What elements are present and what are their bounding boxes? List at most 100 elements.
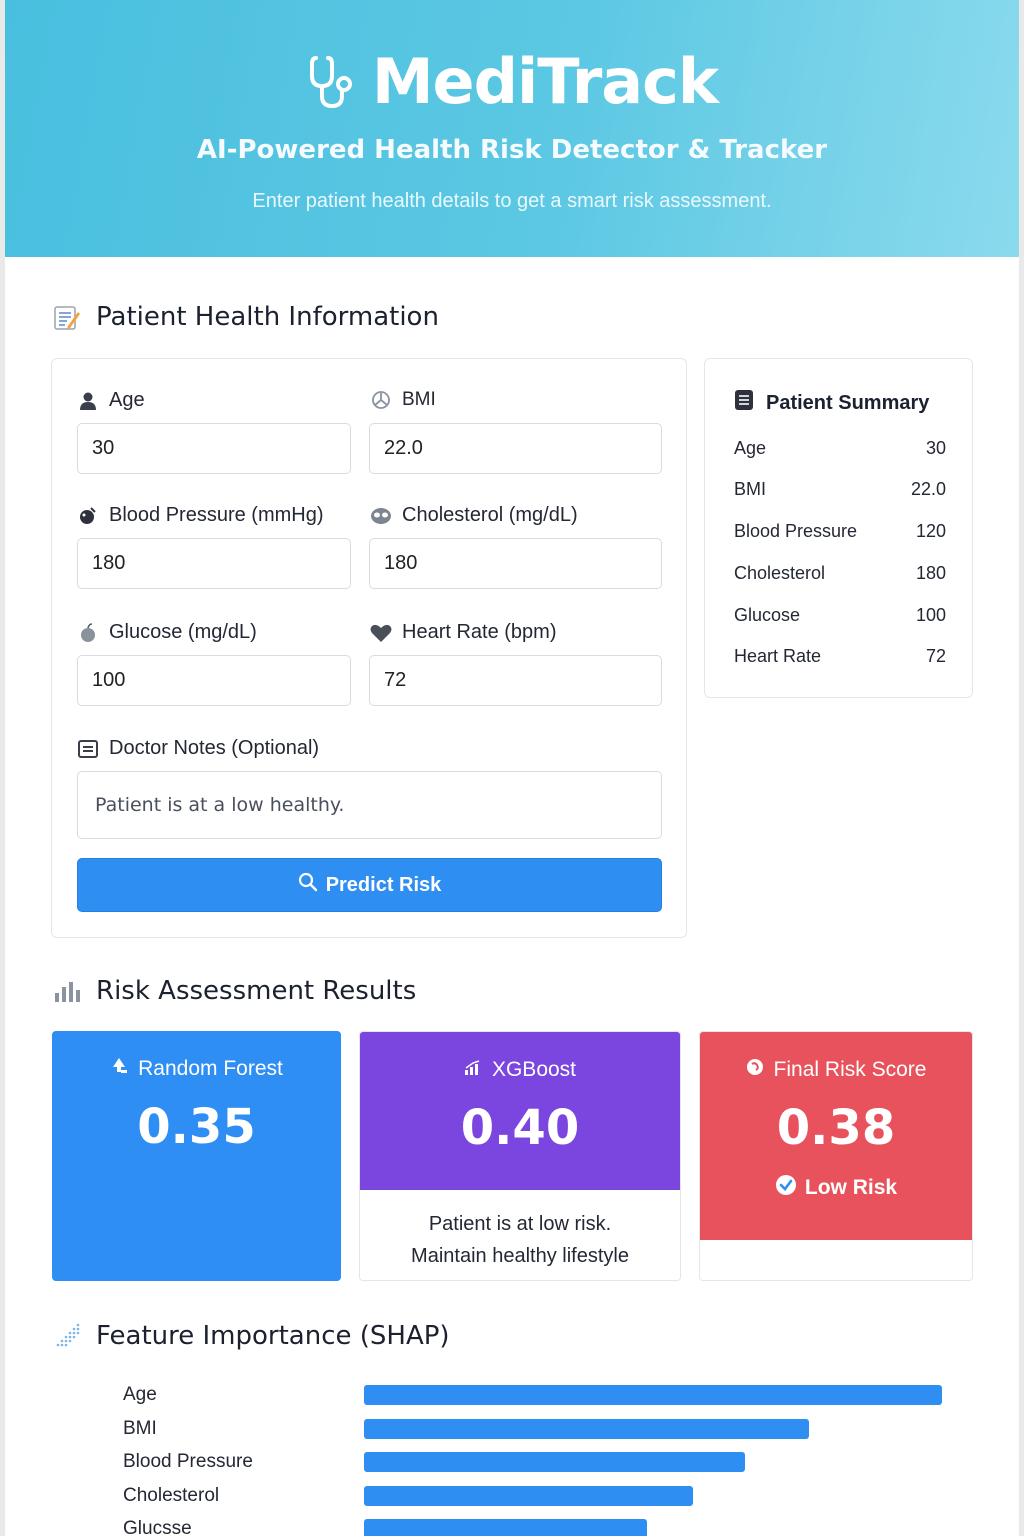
summary-row-label: Age <box>734 438 767 458</box>
xgboost-note: Patient is at low risk. Maintain healthy… <box>360 1208 680 1272</box>
shap-bar <box>364 1418 809 1439</box>
check-circle-icon <box>775 1174 797 1202</box>
summary-row-value: 22.0 <box>910 479 946 499</box>
shap-tick-label: BMI <box>123 1417 157 1439</box>
final-risk-label: Final Risk Score <box>700 1058 972 1082</box>
boost-chart-icon <box>464 1058 482 1082</box>
summary-row: BMI 22.0 <box>734 479 946 500</box>
summary-row-value: 180 <box>915 563 946 583</box>
random-forest-score: 0.35 <box>137 1099 256 1155</box>
risk-level-text: Low Risk <box>804 1176 898 1199</box>
bmi-input[interactable]: 22.0 <box>369 423 662 474</box>
xgboost-note-line: Patient is at low risk. <box>428 1213 612 1235</box>
app-subtitle: AI-Powered Health Risk Detector & Tracke… <box>196 135 828 165</box>
heart-rate-input[interactable]: 72 <box>369 655 662 706</box>
summary-row-label: BMI <box>734 479 767 499</box>
xgboost-label-text: XGBoost <box>491 1058 577 1081</box>
bmi-label: BMI <box>370 389 436 411</box>
doctor-notes-label: Doctor Notes (Optional) <box>77 737 319 760</box>
predict-risk-label: Predict Risk <box>325 873 442 896</box>
summary-row: Glucose 100 <box>734 605 946 626</box>
random-forest-label: Random Forest <box>52 1057 341 1081</box>
blood-pressure-label-text: Blood Pressure (mmHg) <box>109 504 324 526</box>
blood-drop-icon <box>77 505 99 527</box>
section-title-text: Patient Health Information <box>96 302 439 332</box>
summary-row-value: 100 <box>915 605 946 625</box>
section-title-text: Risk Assessment Results <box>96 976 417 1006</box>
notes-icon <box>77 738 99 760</box>
heart-rate-label-text: Heart Rate (bpm) <box>402 621 557 643</box>
shap-bar <box>364 1385 942 1405</box>
app-title: MediTrack <box>371 45 719 118</box>
cholesterol-icon <box>370 505 392 527</box>
summary-row: Blood Pressure 120 <box>734 521 946 542</box>
tree-icon <box>110 1057 128 1081</box>
app-tagline: Enter patient health details to get a sm… <box>252 190 772 212</box>
shap-bar <box>364 1519 647 1536</box>
xgboost-card: XGBoost 0.40 Patient is at low risk. Mai… <box>359 1031 681 1281</box>
doctor-notes-textarea[interactable]: Patient is at a low healthy. <box>77 771 662 839</box>
bar-chart-icon <box>52 976 82 1006</box>
section-title-text: Feature Importance (SHAP) <box>96 1321 450 1351</box>
target-icon <box>746 1058 764 1082</box>
random-forest-label-text: Random Forest <box>138 1057 283 1080</box>
doctor-notes-label-text: Doctor Notes (Optional) <box>109 737 320 759</box>
predict-risk-button[interactable]: Predict Risk <box>77 858 662 912</box>
summary-row-label: Cholesterol <box>734 563 826 583</box>
apple-icon <box>77 622 99 644</box>
age-label-text: Age <box>109 389 145 411</box>
blood-pressure-input[interactable]: 180 <box>77 538 351 589</box>
heart-icon <box>370 622 392 644</box>
section-title-patient-info: Patient Health Information <box>52 302 439 332</box>
patient-form-card: Age 30 BMI 22.0 Blood Pressure (mmHg) 18… <box>51 358 687 938</box>
blood-pressure-label: Blood Pressure (mmHg) <box>77 504 324 527</box>
clipboard-icon <box>734 389 754 417</box>
summary-row: Cholesterol 180 <box>734 563 946 584</box>
user-icon <box>77 390 99 412</box>
random-forest-card: Random Forest 0.35 <box>52 1031 341 1281</box>
xgboost-note-line: Maintain healthy lifestyle <box>411 1245 629 1267</box>
summary-row-label: Glucose <box>734 605 801 625</box>
notepad-icon <box>52 302 82 332</box>
patient-summary-card: Patient Summary Age 30 BMI 22.0 Blood Pres… <box>704 358 973 698</box>
age-input[interactable]: 30 <box>77 423 351 474</box>
gauge-icon <box>370 389 392 411</box>
glucose-label-text: Glucose (mg/dL) <box>109 621 257 643</box>
summary-row-label: Blood Pressure <box>734 521 858 541</box>
glucose-label: Glucose (mg/dL) <box>77 621 257 644</box>
summary-row-value: 30 <box>925 438 946 458</box>
summary-row: Age 30 <box>734 438 946 459</box>
patient-summary-title: Patient Summary <box>766 391 930 414</box>
shap-tick-label: Cholesterol <box>123 1484 220 1506</box>
xgboost-score: 0.40 <box>460 1100 580 1156</box>
section-title-results: Risk Assessment Results <box>52 976 416 1006</box>
search-icon <box>298 872 318 898</box>
patient-summary-header: Patient Summary <box>734 389 929 417</box>
cholesterol-label-text: Cholesterol (mg/dL) <box>402 504 578 526</box>
summary-row-value: 72 <box>925 646 946 666</box>
app-header: MediTrack AI-Powered Health Risk Detecto… <box>5 0 1019 257</box>
final-risk-label-text: Final Risk Score <box>773 1058 927 1081</box>
final-risk-card: Final Risk Score 0.38 Low Risk <box>699 1031 973 1281</box>
summary-row-value: 120 <box>915 521 946 541</box>
cholesterol-input[interactable]: 180 <box>369 538 662 589</box>
brand: MediTrack <box>5 46 1019 118</box>
section-title-shap: Feature Importance (SHAP) <box>52 1321 450 1351</box>
heart-rate-label: Heart Rate (bpm) <box>370 621 557 644</box>
stethoscope-icon <box>309 56 352 109</box>
shap-tick-label: Age <box>123 1384 157 1405</box>
bmi-label-text: BMI <box>402 389 436 410</box>
shap-tick-label: Glucsse <box>123 1518 192 1536</box>
cholesterol-label: Cholesterol (mg/dL) <box>370 504 578 527</box>
summary-row-label: Heart Rate <box>734 646 822 666</box>
summary-row: Heart Rate 72 <box>734 646 946 667</box>
shap-bar <box>364 1485 693 1506</box>
xgboost-label: XGBoost <box>360 1058 680 1082</box>
final-risk-score: 0.38 <box>776 1100 896 1156</box>
sparkle-chart-icon <box>52 1321 82 1351</box>
shap-tick-label: Blood Pressure <box>123 1451 253 1472</box>
age-label: Age <box>77 389 145 412</box>
shap-bar <box>364 1452 745 1472</box>
risk-level-badge: Low Risk <box>700 1174 972 1202</box>
glucose-input[interactable]: 100 <box>77 655 351 706</box>
